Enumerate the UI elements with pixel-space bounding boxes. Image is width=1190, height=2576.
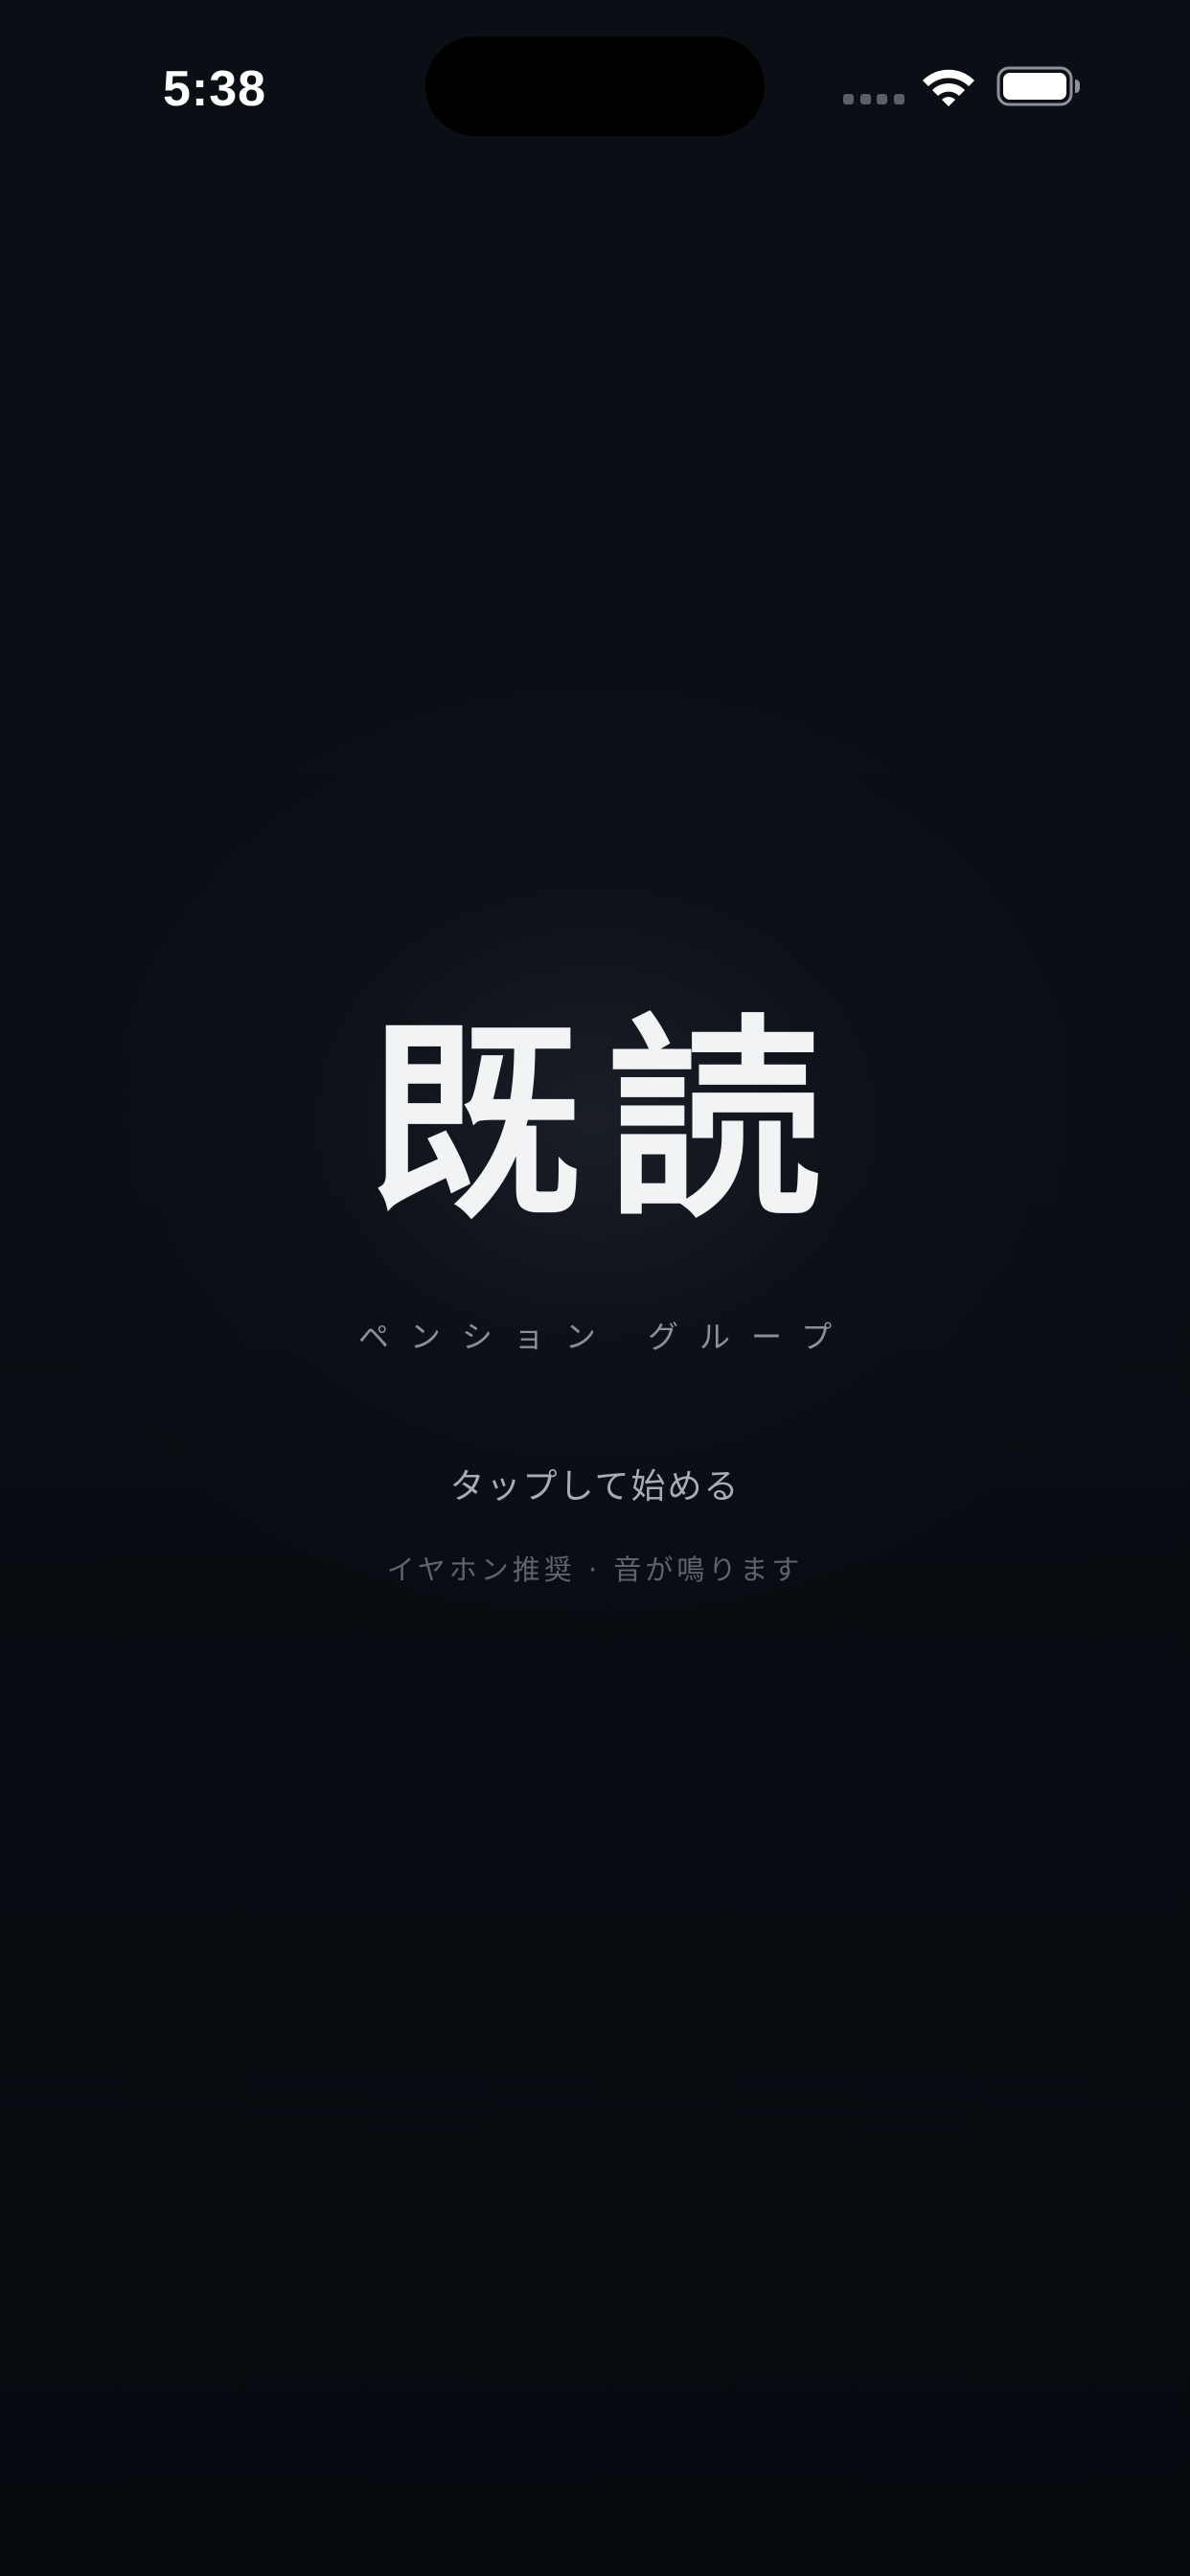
battery-icon — [996, 66, 1080, 106]
wifi-icon — [923, 69, 974, 106]
app-title: 既読 — [368, 995, 847, 1247]
title-screen[interactable]: 5:38 既読 ペンション グループ タップして始める イヤホン推奨 · 音が鳴… — [0, 0, 1190, 2576]
app-subtitle: ペンション グループ — [357, 1319, 854, 1355]
signal-dot — [877, 94, 888, 104]
status-time: 5:38 — [163, 61, 267, 117]
tap-to-start-button[interactable]: タップして始める — [355, 1459, 835, 1516]
cellular-signal-icon — [843, 94, 904, 105]
earphone-note: イヤホン推奨 · 音が鳴ります — [386, 1553, 804, 1586]
signal-dot — [893, 94, 904, 104]
signal-dot — [843, 94, 854, 104]
dynamic-island — [425, 36, 765, 136]
signal-dot — [859, 94, 871, 104]
